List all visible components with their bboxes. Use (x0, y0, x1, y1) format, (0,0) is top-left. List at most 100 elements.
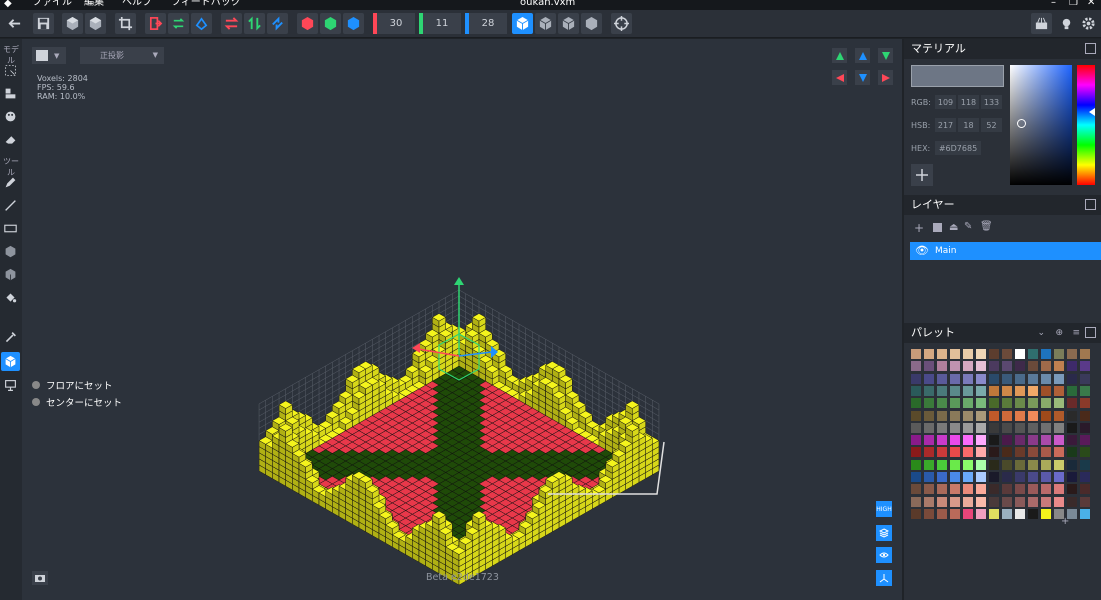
axis-y-button[interactable] (320, 13, 341, 34)
palette-swatch[interactable] (976, 484, 986, 495)
menu-feedback[interactable]: フィードバック (171, 0, 241, 9)
palette-swatch[interactable] (989, 472, 999, 482)
palette-swatch[interactable] (950, 398, 960, 409)
menu-help[interactable]: ヘルプ (122, 0, 152, 9)
zoom-icon[interactable]: ⊕ (1055, 323, 1063, 343)
palette-swatch[interactable] (1080, 385, 1090, 396)
nav-left-red-button[interactable] (832, 70, 847, 85)
hsb-h-field[interactable]: 217 (935, 118, 956, 132)
mirror-y-button[interactable] (244, 13, 265, 34)
rotate-button[interactable] (168, 13, 189, 34)
palette-swatch[interactable] (1041, 496, 1051, 507)
palette-swatch[interactable] (1015, 385, 1025, 396)
palette-swatch[interactable] (937, 410, 947, 421)
hex-field[interactable]: #6D7685 (935, 141, 981, 155)
palette-swatch[interactable] (989, 410, 999, 421)
palette-swatch[interactable] (1041, 373, 1051, 384)
menu-edit[interactable]: 編集 (84, 0, 104, 9)
palette-swatch[interactable] (1080, 422, 1090, 433)
palette-swatch[interactable] (989, 459, 999, 470)
popout-icon[interactable] (1085, 199, 1096, 210)
palette-swatch[interactable] (1002, 410, 1012, 421)
palette-swatch[interactable] (1054, 398, 1064, 409)
layers-view-button[interactable] (876, 525, 892, 541)
palette-swatch[interactable] (989, 496, 999, 507)
render-button[interactable] (1031, 13, 1052, 34)
palette-swatch[interactable] (1080, 349, 1090, 359)
palette-swatch[interactable] (1080, 496, 1090, 507)
nav-up-blue-button[interactable] (855, 48, 870, 63)
palette-swatch[interactable] (1054, 373, 1064, 384)
back-button[interactable] (4, 13, 25, 34)
palette-swatch[interactable] (1002, 349, 1012, 359)
palette-swatch[interactable] (976, 422, 986, 433)
palette-swatch[interactable] (1028, 472, 1038, 482)
palette-swatch[interactable] (1015, 496, 1025, 507)
nav-up-green-button[interactable] (832, 48, 847, 63)
eye-view-button[interactable] (876, 547, 892, 563)
palette-swatch[interactable] (1067, 472, 1077, 482)
palette-swatch[interactable] (976, 435, 986, 446)
palette-swatch[interactable] (911, 422, 921, 433)
box-select-tool-button[interactable] (1, 84, 20, 103)
palette-swatch[interactable] (1067, 398, 1077, 409)
palette-swatch[interactable] (1041, 422, 1051, 433)
presentation-tool-button[interactable] (1, 376, 20, 395)
palette-swatch[interactable] (1041, 398, 1051, 409)
light-button[interactable] (1056, 13, 1077, 34)
palette-swatch[interactable] (1080, 447, 1090, 458)
palette-swatch[interactable] (924, 422, 934, 433)
palette-swatch[interactable] (1054, 447, 1064, 458)
view-mode-3-button[interactable] (558, 13, 579, 34)
palette-swatch[interactable] (937, 398, 947, 409)
palette-swatch[interactable] (1067, 447, 1077, 458)
set-to-floor-item[interactable]: フロアにセット (32, 378, 113, 392)
palette-swatch[interactable] (963, 385, 973, 396)
palette-swatch[interactable] (1015, 361, 1025, 372)
palette-swatch[interactable] (1054, 496, 1064, 507)
palette-swatch[interactable] (1080, 410, 1090, 421)
palette-swatch[interactable] (911, 484, 921, 495)
voxel-scene[interactable] (22, 39, 902, 600)
palette-swatch[interactable] (1067, 410, 1077, 421)
view-mode-1-button[interactable] (512, 13, 533, 34)
palette-swatch[interactable] (989, 385, 999, 396)
palette-swatch[interactable] (976, 373, 986, 384)
menu-file[interactable]: ファイル (32, 0, 72, 9)
set-to-center-item[interactable]: センターにセット (32, 395, 122, 409)
palette-swatch[interactable] (950, 422, 960, 433)
popout-icon[interactable] (1085, 327, 1096, 338)
palette-swatch[interactable] (1028, 435, 1038, 446)
palette-swatch[interactable] (924, 385, 934, 396)
palette-swatch[interactable] (1002, 373, 1012, 384)
palette-swatch[interactable] (1028, 447, 1038, 458)
axis-z-button[interactable] (343, 13, 364, 34)
screenshot-button[interactable] (32, 571, 48, 585)
material-color-swatch[interactable] (911, 65, 1004, 87)
palette-swatch[interactable] (937, 472, 947, 482)
palette-swatch[interactable] (989, 349, 999, 359)
palette-swatch[interactable] (937, 496, 947, 507)
palette-swatch[interactable] (950, 435, 960, 446)
palette-swatch[interactable] (937, 447, 947, 458)
palette-swatch[interactable] (989, 373, 999, 384)
palette-swatch[interactable] (1080, 435, 1090, 446)
palette-swatch[interactable] (1002, 496, 1012, 507)
delete-layer-icon[interactable]: 🗑 (980, 221, 993, 232)
palette-swatch[interactable] (976, 496, 986, 507)
palette-swatch[interactable] (937, 508, 947, 519)
palette-swatch[interactable] (1067, 459, 1077, 470)
palette-swatch[interactable] (1002, 472, 1012, 482)
view-mode-4-button[interactable] (581, 13, 602, 34)
palette-swatch[interactable] (1067, 496, 1077, 507)
picker-cursor-icon[interactable] (1017, 119, 1026, 128)
palette-swatch[interactable] (976, 472, 986, 482)
palette-swatch[interactable] (1015, 373, 1025, 384)
palette-swatch[interactable] (1080, 508, 1090, 519)
palette-swatch[interactable] (911, 459, 921, 470)
palette-swatch[interactable] (924, 361, 934, 372)
3d-viewport[interactable]: ▼ 正投影 ▼ Voxels: 2804 FPS: 59.6 RAM: 10.0… (22, 39, 902, 600)
view-mode-2-button[interactable] (535, 13, 556, 34)
palette-swatch[interactable] (989, 398, 999, 409)
shift-button[interactable] (145, 13, 166, 34)
